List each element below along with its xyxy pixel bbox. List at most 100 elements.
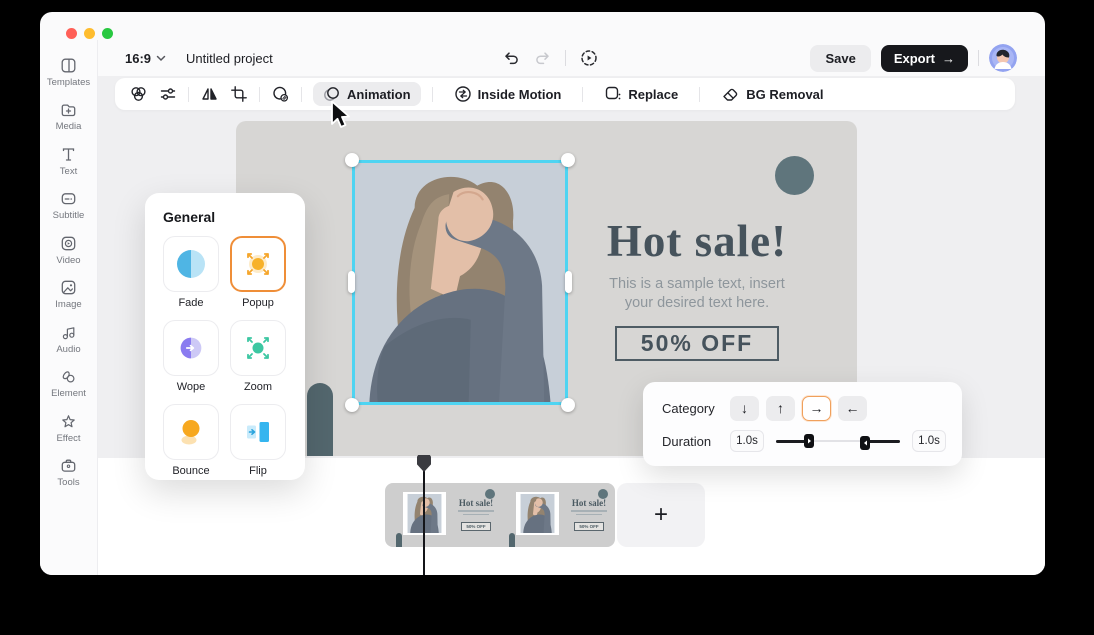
animation-option-label: Bounce <box>163 465 219 477</box>
popup-card[interactable] <box>230 236 286 292</box>
animation-option-fade[interactable]: Fade <box>163 236 219 309</box>
user-avatar[interactable] <box>989 44 1017 72</box>
timeline-clip-1[interactable]: Hot sale! 50% OFF <box>397 492 505 538</box>
general-panel-title: General <box>163 209 305 225</box>
canvas-headline[interactable]: Hot sale! <box>562 215 832 267</box>
app-window: 16:9 Untitled project Save Export → <box>40 12 1045 575</box>
zoom-animation-card[interactable] <box>230 320 286 376</box>
sidebar-item-templates[interactable]: Templates <box>40 50 97 95</box>
animation-option-flip[interactable]: Flip <box>230 404 286 477</box>
selection-handle-top-left[interactable] <box>345 153 359 167</box>
duration-end-input[interactable]: 1.0s <box>912 430 946 452</box>
flip-horizontal-icon[interactable] <box>200 85 219 103</box>
animation-option-popup[interactable]: Popup <box>230 236 286 309</box>
selection-handle-left[interactable] <box>348 271 355 293</box>
sidebar-item-video[interactable]: Video <box>40 228 97 273</box>
divider <box>301 87 302 102</box>
export-label: Export <box>894 51 935 66</box>
redo-icon[interactable] <box>534 51 551 66</box>
adjust-sliders-icon[interactable] <box>159 85 177 103</box>
fade-card[interactable] <box>163 236 219 292</box>
duration-start-input[interactable]: 1.0s <box>730 430 764 452</box>
clip-headline: Hot sale! <box>452 498 500 508</box>
selection-handle-right[interactable] <box>565 271 572 293</box>
divider <box>978 50 979 66</box>
timeline-clip-2[interactable]: Hot sale! 50% OFF <box>510 492 615 538</box>
category-row: Category ↓ ↑ → ← <box>662 395 962 421</box>
undo-icon[interactable] <box>503 51 520 66</box>
zoom-icon <box>241 331 275 365</box>
replace-button[interactable]: Replace <box>594 81 688 107</box>
duration-range-slider[interactable] <box>776 434 900 449</box>
canvas-deco-circle[interactable] <box>775 156 814 195</box>
color-blend-icon[interactable] <box>129 85 148 103</box>
save-button[interactable]: Save <box>810 45 870 72</box>
close-window-button[interactable] <box>66 28 77 39</box>
animation-option-bounce[interactable]: Bounce <box>163 404 219 477</box>
slider-handle-in[interactable] <box>804 434 814 448</box>
sidebar-item-label: Media <box>56 121 82 132</box>
header-actions: Save Export → <box>810 40 1017 76</box>
direction-right-button[interactable]: → <box>802 396 831 421</box>
timeline-clip-strip[interactable]: Hot sale! 50% OFF Hot sale! 50% OFF <box>385 483 615 547</box>
animation-option-wope[interactable]: Wope <box>163 320 219 393</box>
sidebar-item-label: Templates <box>47 77 90 88</box>
sidebar-item-media[interactable]: Media <box>40 95 97 140</box>
export-button[interactable]: Export → <box>881 45 968 72</box>
aspect-ratio-select[interactable]: 16:9 <box>125 51 166 66</box>
sidebar-item-effect[interactable]: Effect <box>40 406 97 451</box>
zoom-window-button[interactable] <box>102 28 113 39</box>
playhead-handle[interactable] <box>417 455 431 472</box>
sidebar-item-audio[interactable]: Audio <box>40 317 97 362</box>
divider <box>699 87 700 102</box>
canvas-subtext[interactable]: This is a sample text, insert your desir… <box>562 275 832 313</box>
preview-icon[interactable] <box>580 49 598 67</box>
direction-up-button[interactable]: ↑ <box>766 396 795 421</box>
sidebar-item-element[interactable]: Element <box>40 362 97 407</box>
sidebar-item-subtitle[interactable]: Subtitle <box>40 184 97 229</box>
sidebar-item-image[interactable]: Image <box>40 273 97 318</box>
bg-removal-label: BG Removal <box>746 87 823 102</box>
history-controls <box>503 40 598 76</box>
duration-label: Duration <box>662 434 730 449</box>
animation-button[interactable]: Animation <box>313 82 421 106</box>
selection-handle-bottom-left[interactable] <box>345 398 359 412</box>
inside-motion-button[interactable]: Inside Motion <box>444 81 572 107</box>
selection-handle-top-right[interactable] <box>561 153 575 167</box>
bg-removal-button[interactable]: BG Removal <box>711 81 833 107</box>
clip-subtext-line <box>571 510 607 512</box>
clip-deco-circle <box>485 489 495 499</box>
replace-label: Replace <box>628 87 678 102</box>
category-label: Category <box>662 401 730 416</box>
effect-star-icon <box>60 413 77 430</box>
animation-options-grid: Fade Popup Wope Zoom <box>163 236 305 477</box>
sidebar-item-label: Text <box>60 166 77 177</box>
playhead-line <box>423 464 425 575</box>
flip-card[interactable] <box>230 404 286 460</box>
wope-card[interactable] <box>163 320 219 376</box>
slider-handle-out[interactable] <box>860 436 870 450</box>
selection-handle-bottom-right[interactable] <box>561 398 575 412</box>
crop-icon[interactable] <box>230 85 248 103</box>
minimize-window-button[interactable] <box>84 28 95 39</box>
selected-image-element[interactable] <box>352 160 568 405</box>
chevron-down-icon <box>156 55 166 62</box>
sidebar-item-label: Element <box>51 388 86 399</box>
direction-down-button[interactable]: ↓ <box>730 396 759 421</box>
animation-option-zoom[interactable]: Zoom <box>230 320 286 393</box>
project-title[interactable]: Untitled project <box>186 51 273 66</box>
canvas-discount-badge[interactable]: 50% OFF <box>615 326 779 361</box>
direction-left-button[interactable]: ← <box>838 396 867 421</box>
clip-deco-circle <box>598 489 608 499</box>
remove-color-icon[interactable] <box>271 85 290 103</box>
sidebar-item-tools[interactable]: Tools <box>40 451 97 496</box>
add-scene-button[interactable]: + <box>617 483 705 547</box>
canvas-subtext-line1: This is a sample text, insert <box>609 276 785 292</box>
bounce-card[interactable] <box>163 404 219 460</box>
divider <box>582 87 583 102</box>
aspect-ratio-value: 16:9 <box>125 51 151 66</box>
media-folder-icon <box>60 101 77 118</box>
sidebar-item-text[interactable]: Text <box>40 139 97 184</box>
selection-border <box>352 160 568 405</box>
canvas-deco-pill[interactable] <box>307 383 333 456</box>
